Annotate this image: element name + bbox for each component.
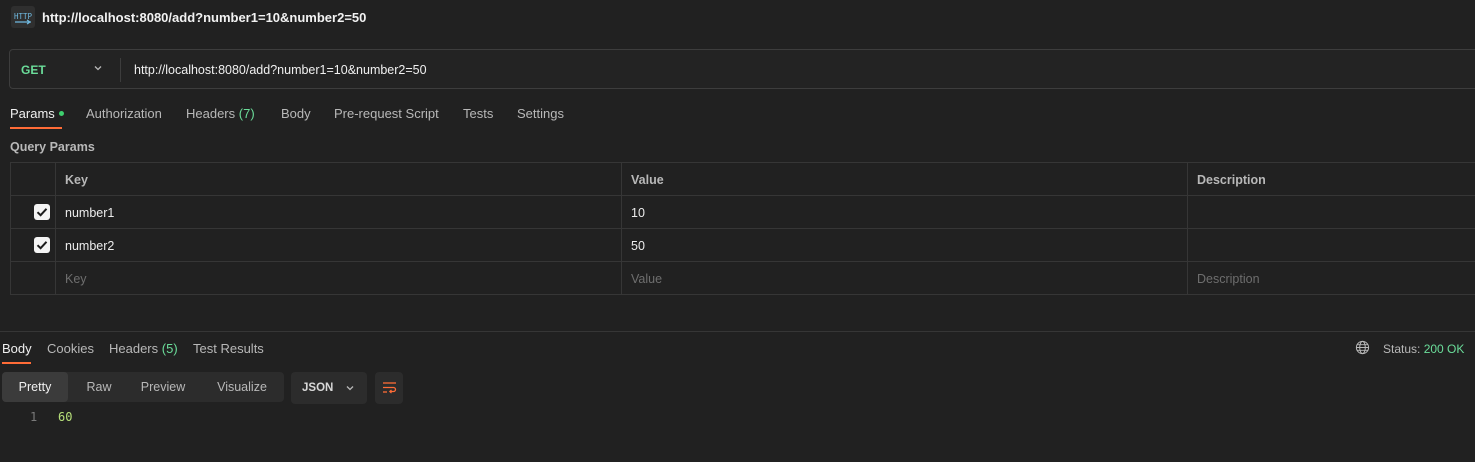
- chevron-down-icon[interactable]: [92, 62, 104, 74]
- query-params-label: Query Params: [10, 140, 95, 154]
- view-mode-raw[interactable]: Raw: [68, 372, 130, 402]
- tab-headers-label: Headers: [186, 106, 236, 121]
- params-active-dot: [58, 111, 64, 117]
- tab-params-label: Params: [10, 106, 55, 121]
- table-row: number1 10: [11, 196, 1475, 229]
- param-description[interactable]: [1187, 196, 1475, 229]
- row-checkbox-cell: [11, 262, 55, 295]
- wrap-lines-button[interactable]: [375, 372, 403, 404]
- method-select[interactable]: GET: [21, 63, 46, 77]
- new-key-input[interactable]: Key: [55, 262, 621, 295]
- param-checkbox[interactable]: [34, 204, 50, 220]
- response-tab-headers-label: Headers: [109, 341, 159, 356]
- query-params-table: Key Value Description number1 10 number2…: [10, 162, 1475, 295]
- row-checkbox-cell: [11, 196, 55, 229]
- format-select[interactable]: JSON: [291, 372, 367, 404]
- param-value[interactable]: 10: [621, 196, 1187, 229]
- line-number: 1: [30, 410, 38, 424]
- response-active-tab-indicator: [2, 362, 31, 364]
- wrap-lines-icon: [383, 382, 397, 394]
- column-header-value: Value: [621, 163, 1187, 196]
- param-key[interactable]: number2: [55, 229, 621, 262]
- param-checkbox[interactable]: [34, 237, 50, 253]
- new-value-input[interactable]: Value: [621, 262, 1187, 295]
- response-tab-headers[interactable]: Headers (5): [109, 341, 178, 356]
- headers-count: (7): [238, 106, 255, 121]
- param-description[interactable]: [1187, 229, 1475, 262]
- row-checkbox-cell: [11, 229, 55, 262]
- status-label: Status:: [1383, 342, 1421, 356]
- param-key[interactable]: number1: [55, 196, 621, 229]
- tab-params[interactable]: Params: [10, 106, 64, 121]
- tab-headers[interactable]: Headers (7): [186, 106, 255, 121]
- view-mode-pretty[interactable]: Pretty: [2, 372, 68, 402]
- response-tab-test-results[interactable]: Test Results: [193, 341, 264, 356]
- table-row: number2 50: [11, 229, 1475, 262]
- request-title: http://localhost:8080/add?number1=10&num…: [42, 10, 367, 25]
- view-mode-visualize[interactable]: Visualize: [202, 372, 282, 402]
- http-file-icon: HTTP: [11, 6, 35, 28]
- chevron-down-icon: [346, 386, 354, 391]
- tab-body[interactable]: Body: [281, 106, 311, 121]
- response-tab-cookies[interactable]: Cookies: [47, 341, 94, 356]
- svg-text:HTTP: HTTP: [14, 12, 33, 21]
- response-headers-count: (5): [161, 341, 178, 356]
- url-input[interactable]: http://localhost:8080/add?number1=10&num…: [134, 63, 427, 77]
- response-body-line[interactable]: 60: [58, 410, 72, 424]
- format-label: JSON: [302, 382, 334, 394]
- active-tab-indicator: [10, 127, 62, 129]
- url-divider: [120, 58, 121, 82]
- param-value[interactable]: 50: [621, 229, 1187, 262]
- table-row-new: Key Value Description: [11, 262, 1475, 295]
- globe-icon[interactable]: [1355, 340, 1370, 355]
- column-header-key: Key: [55, 163, 621, 196]
- tab-settings[interactable]: Settings: [517, 106, 564, 121]
- tab-authorization[interactable]: Authorization: [86, 106, 162, 121]
- header-checkbox-cell: [11, 163, 55, 196]
- tab-tests[interactable]: Tests: [463, 106, 493, 121]
- column-header-description: Description: [1187, 163, 1475, 196]
- status-value: 200 OK: [1423, 342, 1465, 356]
- table-header-row: Key Value Description: [11, 163, 1475, 196]
- checkmark-icon: [36, 241, 48, 250]
- tab-pre-request-script[interactable]: Pre-request Script: [334, 106, 439, 121]
- view-mode-preview[interactable]: Preview: [130, 372, 196, 402]
- response-status: Status: 200 OK: [1383, 342, 1464, 356]
- new-description-input[interactable]: Description: [1187, 262, 1475, 295]
- response-tab-body[interactable]: Body: [2, 341, 32, 356]
- pane-divider[interactable]: [0, 331, 1475, 332]
- view-mode-switcher: Pretty Raw Preview Visualize: [2, 372, 284, 402]
- url-bar: GET http://localhost:8080/add?number1=10…: [9, 49, 1475, 89]
- checkmark-icon: [36, 208, 48, 217]
